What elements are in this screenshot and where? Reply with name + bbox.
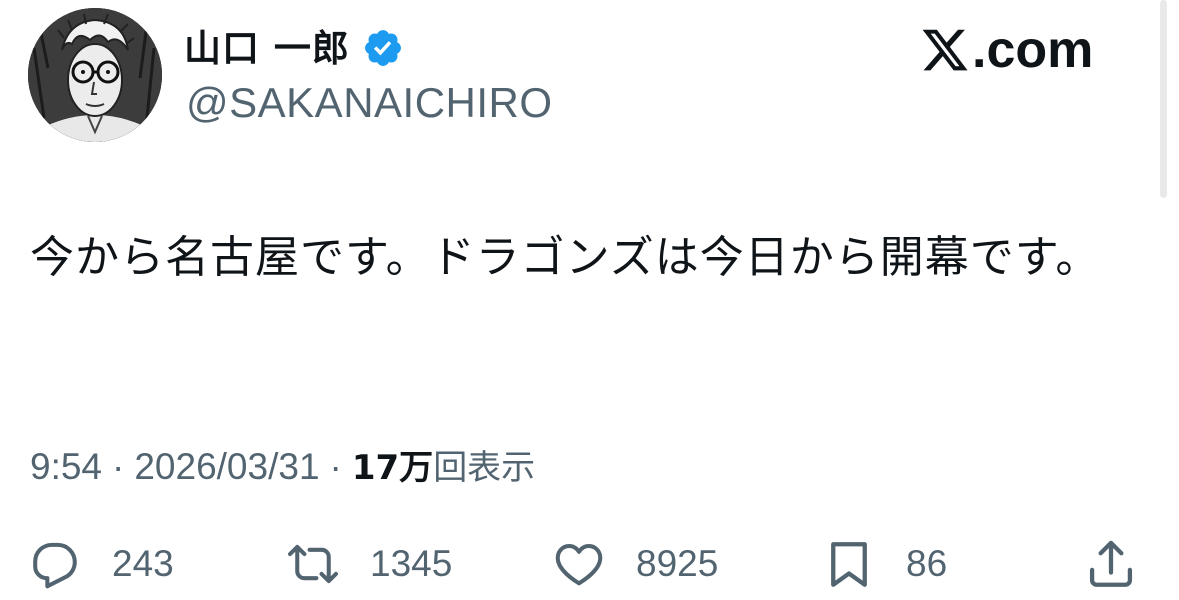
author-name-row[interactable]: 山口 一郎 <box>184 20 404 76</box>
brand-logo: .com <box>920 22 1093 78</box>
retweet-icon <box>288 544 338 584</box>
tweet-date[interactable]: 2026/03/31 <box>134 446 319 488</box>
reply-count: 243 <box>112 543 174 584</box>
bookmark-count: 86 <box>906 543 948 584</box>
avatar-illustration <box>28 8 162 142</box>
retweet-button[interactable]: 1345 <box>286 534 452 594</box>
tweet-time[interactable]: 9:54 <box>30 446 102 488</box>
scrollbar[interactable] <box>1160 0 1167 198</box>
tweet-meta: 9:54 · 2026/03/31 · 17万 回表示 <box>30 440 535 489</box>
action-bar: 243 1345 8925 86 <box>0 534 1179 594</box>
share-button[interactable] <box>1084 534 1138 594</box>
tweet-text: 今から名古屋です。ドラゴンズは今日から開幕です。 <box>30 232 1101 283</box>
heart-icon <box>555 543 603 586</box>
like-count: 8925 <box>636 543 719 584</box>
user-handle[interactable]: @SAKANAICHIRO <box>186 82 553 124</box>
share-icon <box>1089 540 1133 587</box>
bookmark-button[interactable]: 86 <box>822 534 947 594</box>
tweet-card: 山口 一郎 @SAKANAICHIRO .com 今から名古屋です。ドラゴンズは… <box>0 0 1179 600</box>
retweet-count: 1345 <box>370 543 453 584</box>
reply-button[interactable]: 243 <box>28 534 174 594</box>
like-button[interactable]: 8925 <box>552 534 718 594</box>
brand-domain-text: .com <box>972 21 1094 79</box>
views-count[interactable]: 17万 <box>352 440 433 489</box>
verified-badge-icon <box>362 27 404 69</box>
display-name[interactable]: 山口 一郎 <box>184 30 350 67</box>
avatar[interactable] <box>28 8 162 142</box>
meta-separator: · <box>112 446 125 487</box>
views-label: 回表示 <box>433 448 536 488</box>
reply-icon <box>33 542 77 589</box>
x-logo-icon <box>920 25 970 75</box>
meta-separator-2: · <box>329 446 342 487</box>
bookmark-icon <box>831 542 867 587</box>
